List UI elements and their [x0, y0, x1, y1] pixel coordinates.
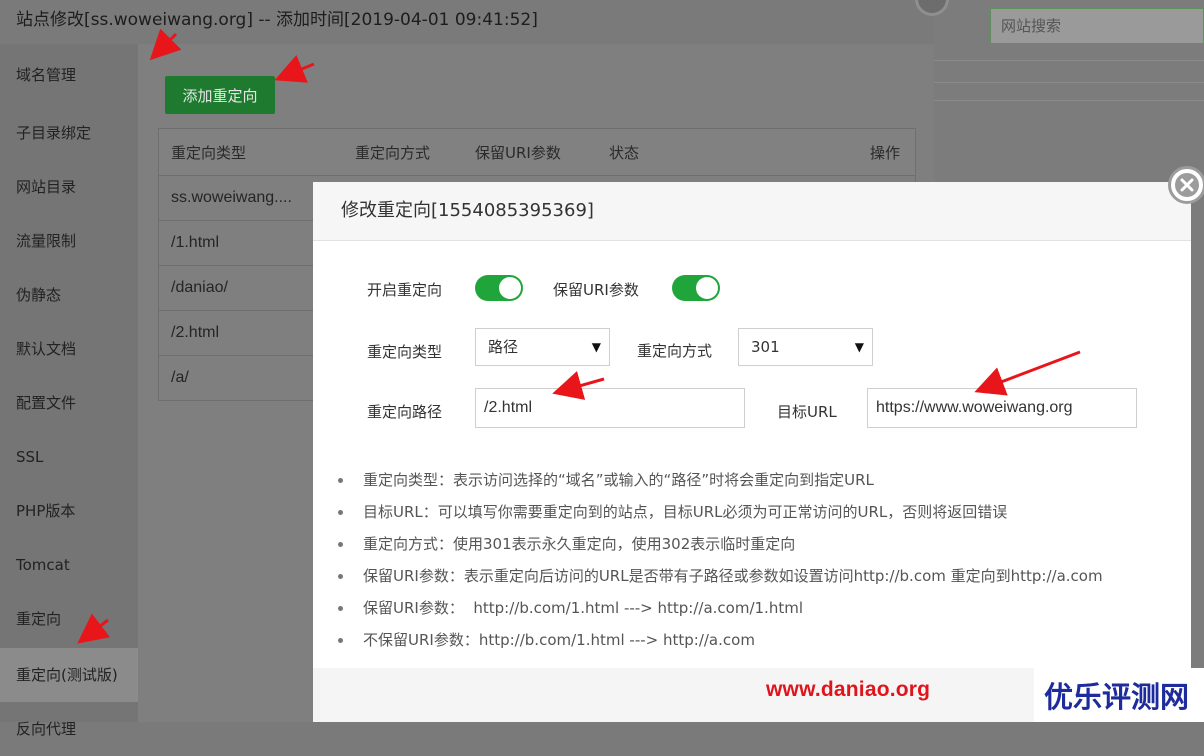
- redirect-method-label: 重定向方式: [637, 342, 713, 360]
- redirect-method-select[interactable]: 301 ▼: [738, 328, 873, 366]
- edit-redirect-modal: 修改重定向[1554085395369] 开启重定向 保留URI参数 重定向类型…: [313, 182, 1191, 722]
- sidebar-item-reverse-proxy[interactable]: 反向代理: [0, 702, 138, 756]
- target-url-label: 目标URL: [777, 403, 837, 421]
- sidebar-item-domain[interactable]: 域名管理: [0, 44, 138, 102]
- help-tips: 重定向类型：表示访问选择的“域名”或输入的“路径”时将会重定向到指定URL 目标…: [338, 464, 1103, 656]
- tip-text: 目标URL：可以填写你需要重定向到的站点，目标URL必须为可正常访问的URL，否…: [363, 503, 1008, 521]
- sidebar-item-redirect-beta[interactable]: 重定向(测试版): [0, 648, 138, 702]
- bullet-icon: [338, 542, 343, 547]
- close-icon: [1175, 173, 1199, 197]
- sidebar-item-redirect[interactable]: 重定向: [0, 588, 138, 642]
- divider: [934, 82, 1204, 83]
- list-item: 重定向方式：使用301表示永久重定向，使用302表示临时重定向: [338, 528, 1103, 560]
- redirect-type-select[interactable]: 路径 ▼: [475, 328, 610, 366]
- enable-redirect-toggle[interactable]: [475, 275, 523, 301]
- bullet-icon: [338, 574, 343, 579]
- sidebar-item-config[interactable]: 配置文件: [0, 372, 138, 426]
- keep-uri-label: 保留URI参数: [553, 281, 639, 299]
- column-header: 重定向方式: [355, 143, 431, 162]
- list-item: 重定向类型：表示访问选择的“域名”或输入的“路径”时将会重定向到指定URL: [338, 464, 1103, 496]
- redirect-path-input[interactable]: /2.html: [475, 388, 745, 428]
- divider: [934, 60, 1204, 61]
- tip-text: 保留URI参数： http://b.com/1.html ---> http:/…: [363, 599, 803, 617]
- watermark-site: 优乐评测网: [1044, 680, 1190, 714]
- tip-text: 保留URI参数：表示重定向后访问的URL是否带有子路径或参数如设置访问http:…: [363, 567, 1103, 585]
- sidebar-item-tomcat[interactable]: Tomcat: [0, 534, 138, 588]
- bullet-icon: [338, 638, 343, 643]
- chevron-down-icon: ▼: [591, 340, 601, 354]
- sidebar-item-traffic[interactable]: 流量限制: [0, 210, 138, 264]
- add-redirect-button[interactable]: 添加重定向: [165, 76, 275, 114]
- sidebar-item-subdir[interactable]: 子目录绑定: [0, 102, 138, 156]
- sidebar-item-default-doc[interactable]: 默认文档: [0, 318, 138, 372]
- sidebar-item-php[interactable]: PHP版本: [0, 480, 138, 534]
- divider: [934, 100, 1204, 101]
- redirect-path-label: 重定向路径: [367, 403, 443, 421]
- keep-uri-toggle[interactable]: [672, 275, 720, 301]
- target-url-input[interactable]: https://www.woweiwang.org: [867, 388, 1137, 428]
- modal-close-button[interactable]: [1168, 166, 1204, 204]
- bullet-icon: [338, 510, 343, 515]
- list-item: 保留URI参数：表示重定向后访问的URL是否带有子路径或参数如设置访问http:…: [338, 560, 1103, 592]
- redirect-method-value: 301: [751, 338, 780, 356]
- column-header: 操作: [870, 143, 901, 162]
- chevron-down-icon: ▼: [854, 340, 864, 354]
- tip-text: 重定向方式：使用301表示永久重定向，使用302表示临时重定向: [363, 535, 796, 553]
- list-item: 保留URI参数： http://b.com/1.html ---> http:/…: [338, 592, 1103, 624]
- column-header: 重定向类型: [171, 143, 247, 162]
- enable-redirect-label: 开启重定向: [367, 281, 443, 299]
- column-header: 保留URI参数: [475, 143, 561, 162]
- redirect-type-value: 路径: [488, 338, 519, 356]
- column-header: 状态: [609, 143, 640, 162]
- sidebar-item-ssl[interactable]: SSL: [0, 426, 138, 480]
- redirect-type-label: 重定向类型: [367, 343, 443, 361]
- site-search-input[interactable]: 网站搜索: [990, 8, 1204, 44]
- list-item: 目标URL：可以填写你需要重定向到的站点，目标URL必须为可正常访问的URL，否…: [338, 496, 1103, 528]
- sidebar-item-site-dir[interactable]: 网站目录: [0, 156, 138, 210]
- tip-text: 重定向类型：表示访问选择的“域名”或输入的“路径”时将会重定向到指定URL: [363, 471, 874, 489]
- panel-title: 站点修改[ss.woweiwang.org] -- 添加时间[2019-04-0…: [0, 0, 934, 44]
- list-item: 不保留URI参数：http://b.com/1.html ---> http:/…: [338, 624, 1103, 656]
- table-header: 重定向类型 重定向方式 保留URI参数 状态 操作: [159, 129, 915, 175]
- bullet-icon: [338, 478, 343, 483]
- sidebar: 域名管理 子目录绑定 网站目录 流量限制 伪静态 默认文档 配置文件 SSL P…: [0, 44, 138, 738]
- sidebar-item-rewrite[interactable]: 伪静态: [0, 264, 138, 318]
- tip-text: 不保留URI参数：http://b.com/1.html ---> http:/…: [363, 631, 755, 649]
- watermark-url: www.daniao.org: [766, 678, 931, 701]
- modal-title: 修改重定向[1554085395369]: [313, 182, 1191, 241]
- bullet-icon: [338, 606, 343, 611]
